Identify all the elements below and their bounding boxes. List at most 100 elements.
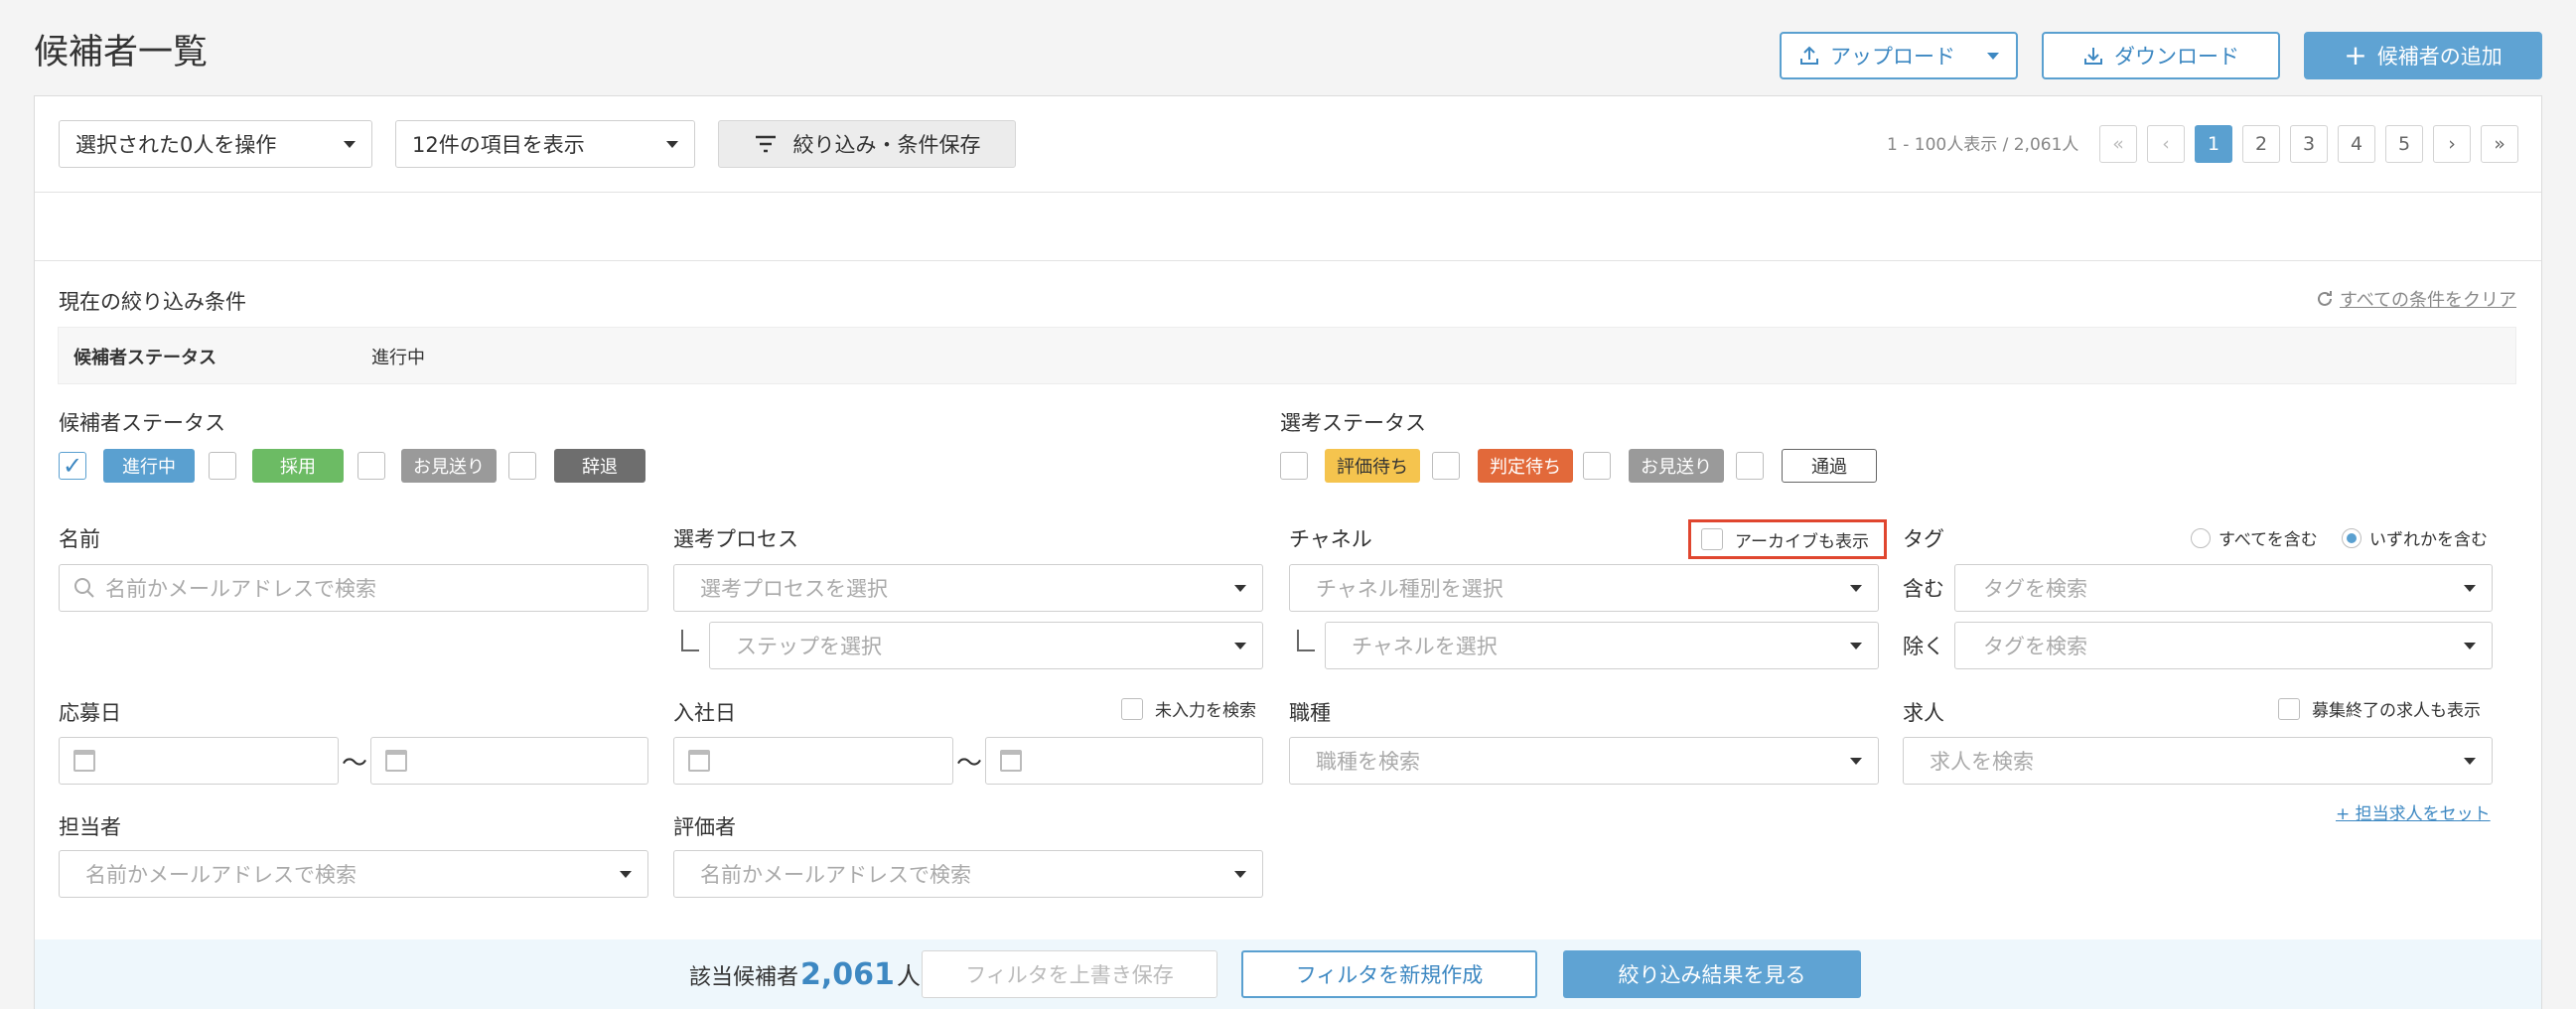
new-filter-button[interactable]: フィルタを新規作成 — [1241, 950, 1537, 998]
tag-radio-any[interactable]: いずれかを含む — [2342, 525, 2488, 550]
radio-button[interactable] — [2342, 527, 2361, 548]
channel-type-placeholder: チャネル種別を選択 — [1316, 577, 1503, 601]
set-assigned-jobs-link[interactable]: + 担当求人をセット — [2336, 799, 2491, 824]
step-placeholder: ステップを選択 — [736, 635, 882, 658]
display-count-select[interactable]: 12件の項目を表示 — [395, 120, 695, 168]
archive-toggle[interactable]: アーカイブも表示 — [1688, 519, 1887, 559]
bulk-action-select[interactable]: 選択された0人を操作 — [59, 120, 372, 168]
result-unit: 人 — [896, 962, 921, 990]
step-select[interactable]: ステップを選択 — [709, 622, 1263, 669]
status-checkbox-hired[interactable] — [209, 452, 236, 480]
job-type-placeholder: 職種を検索 — [1316, 750, 1420, 774]
closed-jobs-toggle[interactable]: 募集終了の求人も表示 — [2278, 696, 2481, 721]
overwrite-filter-button[interactable]: フィルタを上書き保存 — [922, 950, 1217, 998]
tag-include-select[interactable]: タグを検索 — [1954, 564, 2493, 612]
channel-label: チャネル — [1289, 527, 1372, 551]
date-separator: 〜 — [342, 749, 368, 779]
archive-checkbox[interactable] — [1701, 528, 1723, 550]
unfilled-checkbox[interactable] — [1121, 697, 1143, 720]
closed-jobs-label: 募集終了の求人も表示 — [2312, 701, 2481, 721]
date-separator: 〜 — [956, 749, 983, 779]
calendar-icon — [73, 750, 95, 772]
tag-radio-any-label: いずれかを含む — [2369, 530, 2488, 550]
page-button[interactable]: 2 — [2242, 125, 2280, 163]
refresh-icon — [2318, 291, 2332, 306]
page-button[interactable]: 1 — [2195, 125, 2232, 163]
join-date-from[interactable] — [673, 737, 953, 785]
owner-label: 担当者 — [59, 815, 121, 839]
selection-checkbox-awaiting-judge[interactable] — [1432, 452, 1460, 480]
applied-date-from[interactable] — [59, 737, 339, 785]
tag-exclude-select[interactable]: タグを検索 — [1954, 622, 2493, 669]
last-page-button[interactable]: » — [2481, 125, 2518, 163]
evaluator-label: 評価者 — [673, 815, 736, 839]
selection-checkbox-awaiting-eval[interactable] — [1280, 452, 1308, 480]
chevron-down-icon — [1234, 642, 1246, 649]
tag-radio-all[interactable]: すべてを含む — [2191, 525, 2318, 550]
join-date-to[interactable] — [985, 737, 1263, 785]
selection-checkbox-rejected[interactable] — [1583, 452, 1611, 480]
calendar-icon — [385, 750, 407, 772]
page-button[interactable]: 4 — [2338, 125, 2375, 163]
closed-jobs-checkbox[interactable] — [2278, 697, 2300, 720]
channel-select[interactable]: チャネルを選択 — [1325, 622, 1879, 669]
calendar-icon — [688, 750, 710, 772]
page-title: 候補者一覧 — [34, 33, 209, 72]
job-select[interactable]: 求人を検索 — [1903, 737, 2493, 785]
next-page-button[interactable]: › — [2433, 125, 2471, 163]
applied-date-to[interactable] — [370, 737, 648, 785]
result-label: 該当候補者 — [689, 965, 799, 990]
chevron-down-icon — [2464, 642, 2476, 649]
chevron-down-icon — [1987, 52, 1999, 60]
filter-save-button[interactable]: 絞り込み・条件保存 — [718, 120, 1016, 168]
condition-value: 進行中 — [371, 348, 425, 368]
status-checkbox-rejected[interactable] — [358, 452, 385, 480]
radio-button[interactable] — [2191, 527, 2211, 548]
chevron-down-icon — [620, 870, 632, 878]
name-label: 名前 — [59, 527, 100, 551]
download-button[interactable]: ダウンロード — [2042, 32, 2280, 79]
current-conditions-title: 現在の絞り込み条件 — [59, 290, 246, 314]
channel-type-select[interactable]: チャネル種別を選択 — [1289, 564, 1879, 612]
status-checkbox-declined[interactable] — [508, 452, 536, 480]
name-search-input[interactable]: 名前かメールアドレスで検索 — [59, 564, 648, 612]
selection-status-label: 選考ステータス — [1280, 411, 1426, 435]
divider — [35, 192, 2541, 193]
tag-exclude-placeholder: タグを検索 — [1983, 635, 2087, 658]
status-badge: 採用 — [252, 449, 344, 483]
name-search-placeholder: 名前かメールアドレスで検索 — [105, 577, 376, 601]
tag-exclude-label: 除く — [1903, 635, 1944, 658]
job-type-select[interactable]: 職種を検索 — [1289, 737, 1879, 785]
add-candidate-button[interactable]: + 候補者の追加 — [2304, 32, 2542, 79]
evaluator-select[interactable]: 名前かメールアドレスで検索 — [673, 850, 1263, 898]
divider — [35, 260, 2541, 261]
evaluator-placeholder: 名前かメールアドレスで検索 — [700, 863, 971, 887]
search-icon — [74, 578, 94, 598]
unfilled-search-toggle[interactable]: 未入力を検索 — [1121, 696, 1256, 721]
channel-placeholder: チャネルを選択 — [1352, 635, 1498, 658]
selection-badge: お見送り — [1629, 449, 1724, 483]
upload-label: アップロード — [1830, 45, 1955, 69]
upload-icon — [1800, 46, 1818, 65]
clear-all-label: すべての条件をクリア — [2340, 290, 2517, 311]
status-checkbox-in-progress[interactable]: ✓ — [59, 452, 86, 480]
add-candidate-label: 候補者の追加 — [2376, 45, 2503, 69]
join-date-label: 入社日 — [673, 701, 736, 725]
first-page-button[interactable]: « — [2099, 125, 2137, 163]
clear-all-link[interactable]: すべての条件をクリア — [2314, 286, 2516, 312]
tree-branch-icon — [1297, 630, 1315, 651]
process-select[interactable]: 選考プロセスを選択 — [673, 564, 1263, 612]
filter-icon — [755, 135, 776, 153]
tag-include-placeholder: タグを検索 — [1983, 577, 2087, 601]
owner-select[interactable]: 名前かメールアドレスで検索 — [59, 850, 648, 898]
page-button[interactable]: 5 — [2385, 125, 2423, 163]
bulk-action-value: 選択された0人を操作 — [75, 133, 277, 157]
prev-page-button[interactable]: ‹ — [2147, 125, 2185, 163]
status-badge: 辞退 — [554, 449, 645, 483]
status-badge: お見送り — [401, 449, 497, 483]
view-results-button[interactable]: 絞り込み結果を見る — [1563, 950, 1861, 998]
selection-checkbox-passed[interactable] — [1736, 452, 1764, 480]
upload-button[interactable]: アップロード — [1780, 32, 2018, 79]
page-button[interactable]: 3 — [2290, 125, 2328, 163]
display-count-value: 12件の項目を表示 — [412, 133, 585, 157]
